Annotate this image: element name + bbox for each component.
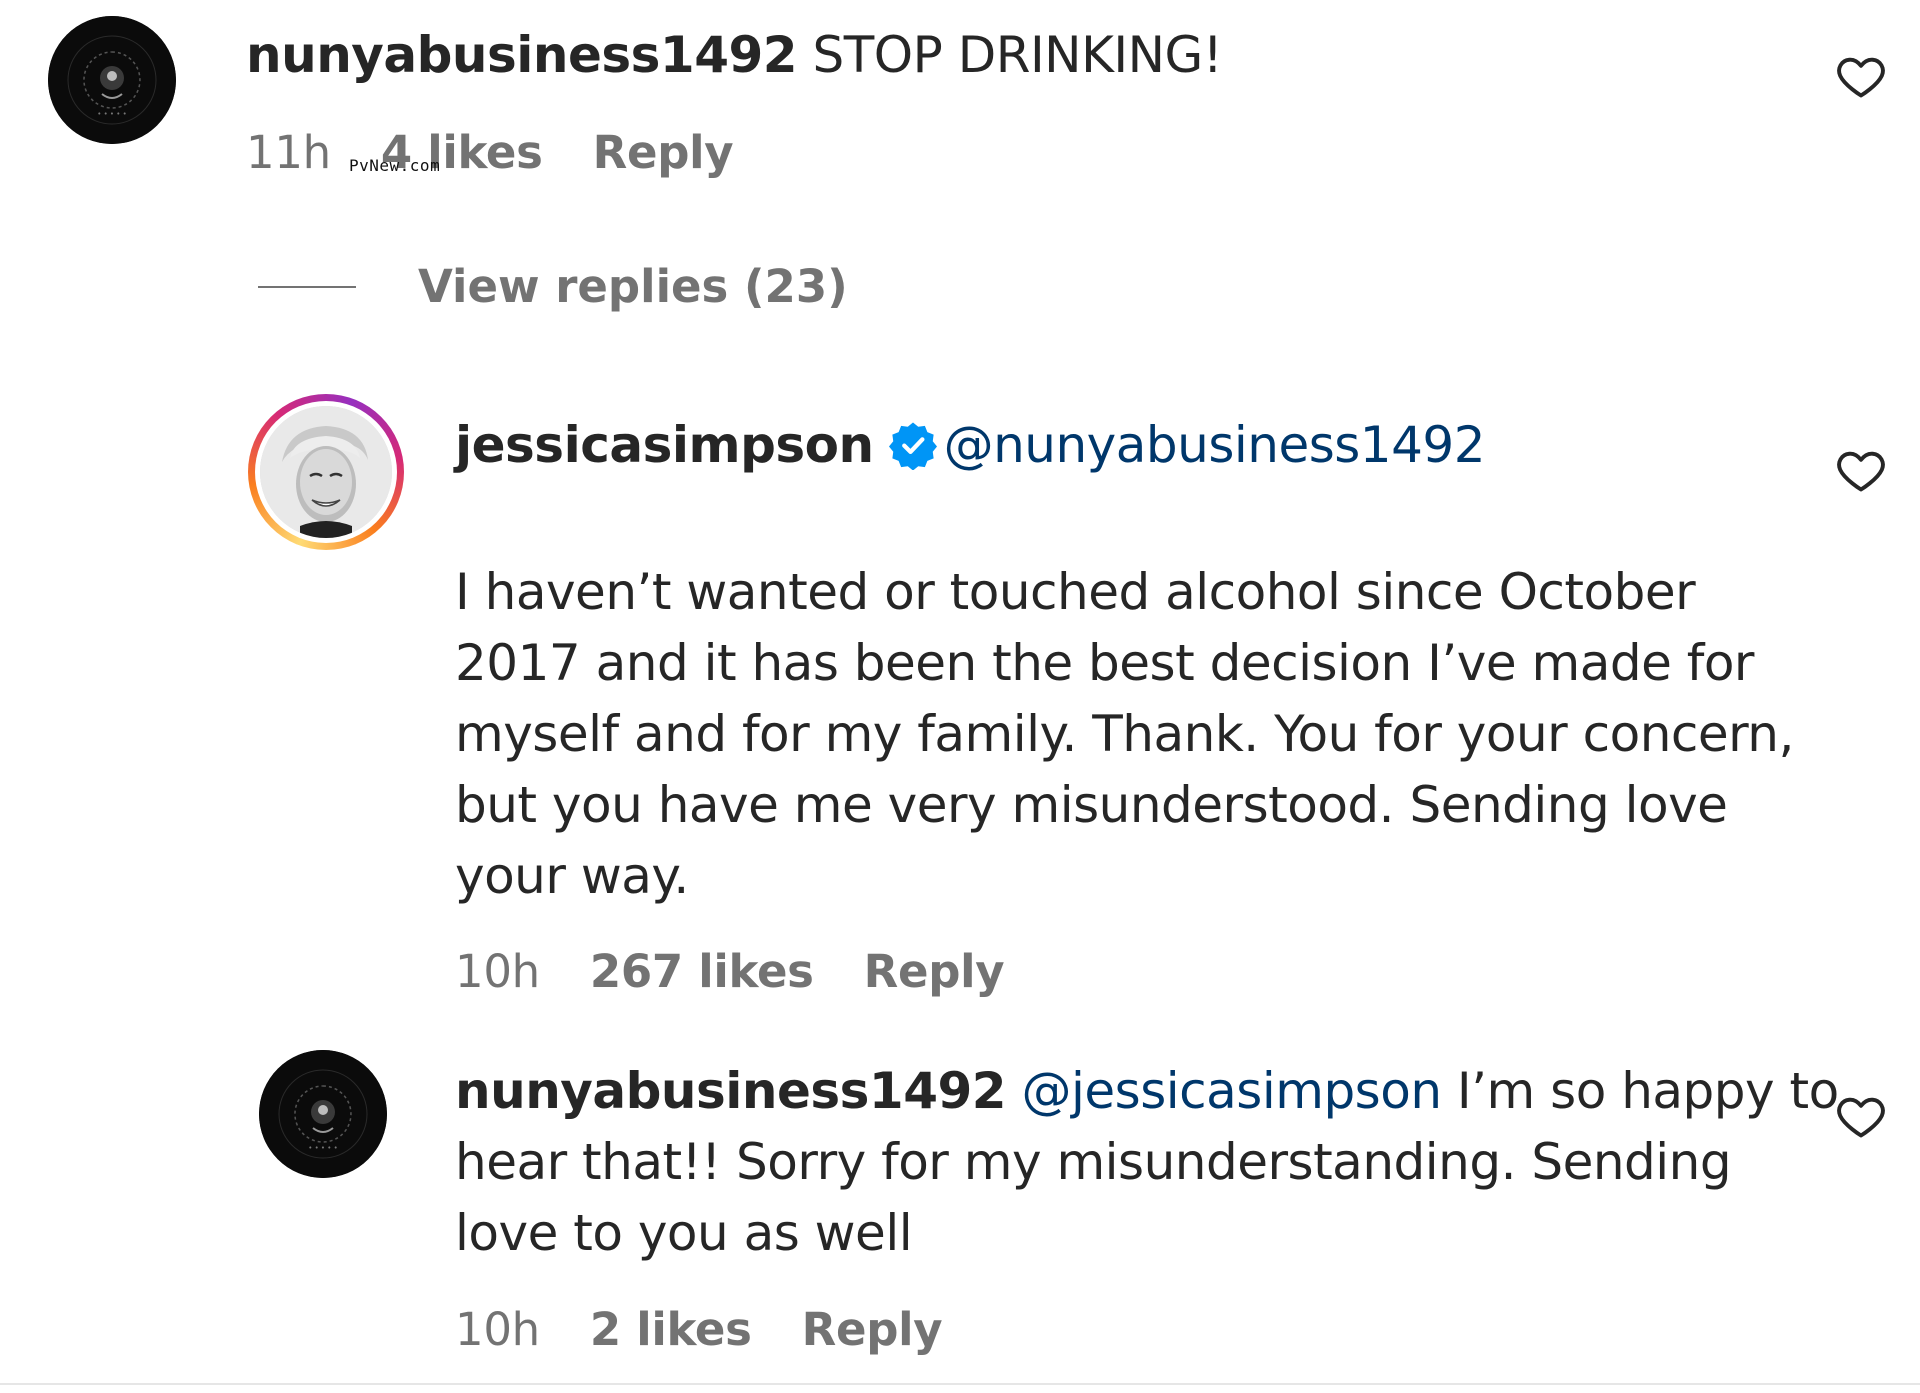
heart-icon[interactable] [1835, 444, 1887, 496]
reply-body-line: your way. [455, 847, 689, 905]
reply-likes[interactable]: 2 likes [590, 1303, 752, 1356]
reply-username[interactable]: nunyabusiness1492 [455, 1062, 1007, 1120]
avatar-nunyabusiness1492[interactable]: • • • • • [48, 16, 176, 144]
svg-text:• • • • •: • • • • • [97, 110, 127, 118]
reply-meta: 10h 2 likes Reply [455, 1303, 943, 1356]
comment-time: 11h [246, 126, 331, 179]
reply-likes[interactable]: 267 likes [590, 945, 814, 998]
story-ring-avatar[interactable] [248, 394, 404, 550]
reply-body-line: myself and for my family. Thank. You for… [455, 705, 1794, 763]
verified-badge-icon [888, 420, 938, 470]
reply-body-line: 2017 and it has been the best decision I… [455, 634, 1754, 692]
heart-icon[interactable] [1835, 50, 1887, 102]
svg-text:• • • • •: • • • • • [308, 1144, 338, 1152]
avatar-nunyabusiness1492[interactable]: • • • • • [259, 1050, 387, 1178]
reply-button[interactable]: Reply [593, 126, 734, 179]
avatar-jessicasimpson [260, 406, 392, 538]
reply-body-line: love to you as well [455, 1204, 913, 1262]
reply-body-text: I’m so happy to [1456, 1062, 1839, 1120]
reply-meta: 10h 267 likes Reply [455, 945, 1005, 998]
reply-body: I haven’t wanted or touched alcohol sinc… [455, 557, 1794, 912]
reply-header: jessicasimpson @nunyabusiness1492 [455, 410, 1486, 481]
comment-text: nunyabusiness1492 STOP DRINKING! [246, 20, 1223, 91]
view-replies-divider [258, 285, 356, 288]
comment-body: STOP DRINKING! [812, 26, 1223, 84]
reply-button[interactable]: Reply [864, 945, 1005, 998]
watermark-text: PvNew.com [349, 156, 441, 175]
heart-icon[interactable] [1835, 1090, 1887, 1142]
view-replies-label: View replies (23) [418, 260, 848, 313]
comment-meta: 11h 4 likes Reply [246, 126, 734, 179]
reply-body-line: I haven’t wanted or touched alcohol sinc… [455, 563, 1696, 621]
view-replies-button[interactable]: View replies (23) [258, 260, 848, 313]
reply-mention[interactable]: @nunyabusiness1492 [944, 416, 1486, 474]
comment-username[interactable]: nunyabusiness1492 [246, 26, 798, 84]
reply-mention[interactable]: @jessicasimpson [1022, 1062, 1443, 1120]
reply-body-line: hear that!! Sorry for my misunderstandin… [455, 1133, 1732, 1191]
reply-time: 10h [455, 945, 540, 998]
reply-body-line: nunyabusiness1492 @jessicasimpson I’m so… [455, 1056, 1839, 1127]
reply-username[interactable]: jessicasimpson [455, 416, 874, 474]
reply-body-line: but you have me very misunderstood. Send… [455, 776, 1728, 834]
reply-button[interactable]: Reply [802, 1303, 943, 1356]
bottom-divider [0, 1383, 1920, 1385]
reply-time: 10h [455, 1303, 540, 1356]
reply-body: nunyabusiness1492 @jessicasimpson I’m so… [455, 1056, 1839, 1269]
